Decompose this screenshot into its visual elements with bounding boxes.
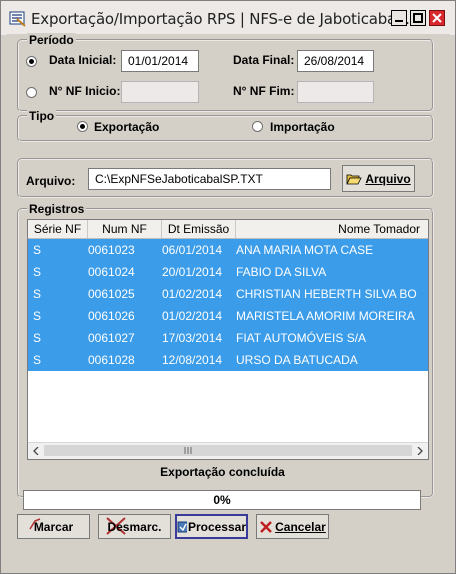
window-title: Exportação/Importação RPS | NFS-e de Jab… — [31, 10, 410, 28]
desmarcar-button[interactable]: Desmarc. — [98, 514, 171, 539]
progress-bar: 0% — [23, 490, 421, 510]
exportacao-radio[interactable] — [77, 121, 88, 132]
periodo-nf-radio[interactable] — [26, 87, 37, 98]
cell-nome-tomador: FIAT AUTOMÓVEIS S/A — [236, 331, 367, 345]
cell-dt-emissao: 01/02/2014 — [162, 287, 223, 301]
cell-serie: S — [33, 309, 42, 323]
periodo-legend: Período — [27, 33, 76, 47]
marcar-button[interactable]: Marcar — [17, 514, 90, 539]
cell-num-nf: 0061025 — [88, 287, 135, 301]
arquivo-button-label: Arquivo — [365, 171, 411, 186]
desmarcar-label: Desmarc. — [107, 519, 162, 534]
close-button[interactable] — [429, 10, 445, 26]
maximize-button[interactable] — [410, 10, 426, 26]
cell-nome-tomador: ANA MARIA MOTA CASE — [236, 243, 374, 257]
table-row[interactable]: S 0061024 20/01/2014 FABIO DA SILVA — [28, 261, 428, 283]
arquivo-button[interactable]: Arquivo — [342, 165, 415, 192]
table-row[interactable]: S 0061026 01/02/2014 MARISTELA AMORIM MO… — [28, 305, 428, 327]
maximize-icon — [413, 13, 423, 23]
importacao-radio[interactable] — [252, 121, 263, 132]
minimize-button[interactable] — [391, 10, 407, 26]
main-window: Exportação/Importação RPS | NFS-e de Jab… — [0, 0, 456, 574]
column-header-nome-tomador[interactable]: Nome Tomador — [236, 220, 428, 238]
close-icon — [432, 13, 442, 23]
data-inicial-input[interactable]: 01/01/2014 — [121, 50, 199, 72]
cell-num-nf: 0061028 — [88, 353, 135, 367]
scrollbar-thumb[interactable] — [44, 445, 412, 456]
marcar-label: Marcar — [33, 519, 74, 534]
app-icon — [9, 11, 26, 27]
cell-nome-tomador: URSO DA BATUCADA — [236, 353, 358, 367]
horizontal-scrollbar[interactable] — [28, 442, 428, 459]
cell-dt-emissao: 17/03/2014 — [162, 331, 223, 345]
table-row[interactable]: S 0061025 01/02/2014 CHRISTIAN HEBERTH S… — [28, 283, 428, 305]
column-header-serie[interactable]: Série NF — [28, 220, 88, 238]
cell-dt-emissao: 06/01/2014 — [162, 243, 223, 257]
nf-inicio-input[interactable] — [121, 81, 199, 103]
periodo-data-radio[interactable] — [26, 56, 37, 67]
cell-dt-emissao: 20/01/2014 — [162, 265, 223, 279]
data-final-label: Data Final: — [233, 53, 295, 67]
cell-nome-tomador: CHRISTIAN HEBERTH SILVA BO — [236, 287, 417, 301]
cell-serie: S — [33, 353, 42, 367]
grid-header: Série NF Num NF Dt Emissão Nome Tomador — [28, 220, 428, 239]
folder-open-icon — [346, 174, 362, 184]
status-message: Exportação concluída — [160, 465, 285, 479]
cancelar-button[interactable]: Cancelar — [256, 514, 329, 539]
nf-inicio-label: N° NF Inicio: — [49, 84, 121, 98]
cell-nome-tomador: FABIO DA SILVA — [236, 265, 327, 279]
table-row[interactable]: S 0061023 06/01/2014 ANA MARIA MOTA CASE — [28, 239, 428, 261]
nf-fim-input[interactable] — [297, 81, 374, 103]
process-icon — [177, 521, 187, 532]
processar-button[interactable]: Processar — [175, 514, 248, 539]
data-inicial-label: Data Inicial: — [49, 53, 117, 67]
cell-num-nf: 0061024 — [88, 265, 135, 279]
importacao-label[interactable]: Importação — [270, 120, 335, 134]
cell-num-nf: 0061027 — [88, 331, 135, 345]
title-bar[interactable]: Exportação/Importação RPS | NFS-e de Jab… — [1, 1, 455, 35]
table-row[interactable]: S 0061027 17/03/2014 FIAT AUTOMÓVEIS S/A — [28, 327, 428, 349]
cell-num-nf: 0061026 — [88, 309, 135, 323]
column-header-num-nf[interactable]: Num NF — [88, 220, 162, 238]
tipo-legend: Tipo — [27, 109, 57, 123]
exportacao-label[interactable]: Exportação — [94, 120, 159, 134]
cancelar-label: Cancelar — [275, 519, 326, 534]
minimize-icon — [395, 20, 403, 22]
table-row[interactable]: S 0061028 12/08/2014 URSO DA BATUCADA — [28, 349, 428, 371]
column-header-dt-emissao[interactable]: Dt Emissão — [162, 220, 236, 238]
cell-num-nf: 0061023 — [88, 243, 135, 257]
cell-nome-tomador: MARISTELA AMORIM MOREIRA — [236, 309, 415, 323]
cancel-icon — [260, 520, 273, 533]
scroll-left-icon[interactable] — [32, 447, 40, 455]
grip-icon — [184, 447, 192, 454]
cell-serie: S — [33, 331, 42, 345]
cell-dt-emissao: 01/02/2014 — [162, 309, 223, 323]
arquivo-input[interactable]: C:\ExpNFSeJaboticabalSP.TXT — [88, 168, 331, 190]
cell-dt-emissao: 12/08/2014 — [162, 353, 223, 367]
cell-serie: S — [33, 287, 42, 301]
registros-grid[interactable]: Série NF Num NF Dt Emissão Nome Tomador … — [27, 219, 429, 460]
cell-serie: S — [33, 243, 42, 257]
nf-fim-label: N° NF Fim: — [233, 84, 295, 98]
scroll-right-icon[interactable] — [416, 447, 424, 455]
registros-legend: Registros — [27, 202, 87, 216]
processar-label: Processar — [187, 519, 246, 534]
cell-serie: S — [33, 265, 42, 279]
arquivo-label: Arquivo: — [26, 174, 76, 188]
data-final-input[interactable]: 26/08/2014 — [297, 50, 374, 72]
